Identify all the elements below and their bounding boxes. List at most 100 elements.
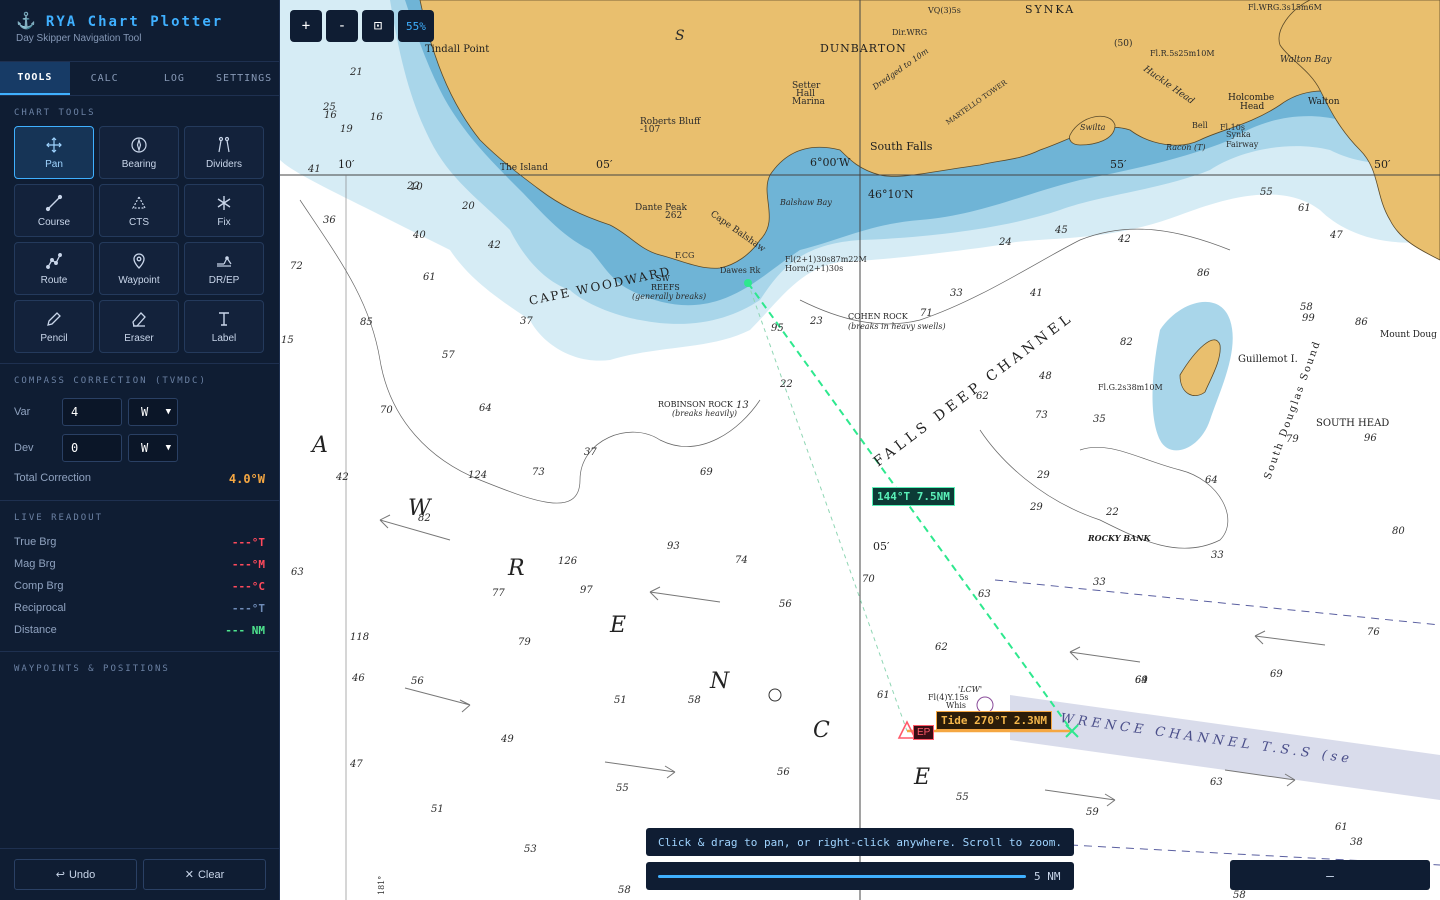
depth-sounding: 63	[1210, 777, 1223, 788]
depth-contour	[979, 429, 1229, 549]
tool-route-button[interactable]: Route	[14, 242, 94, 295]
depth-sounding: 45	[1054, 225, 1068, 236]
latitude-46-label: 46°10′N	[868, 188, 914, 201]
depth-sounding: 86	[1355, 317, 1368, 328]
tool-cts-button[interactable]: CTS	[99, 184, 179, 237]
deviation-direction-select[interactable]: W ▼	[128, 434, 178, 462]
depth-sounding: 48	[1038, 371, 1052, 382]
racon-label: Racon (T)	[1165, 143, 1206, 152]
collapse-panel-button[interactable]: –	[1230, 860, 1430, 890]
depth-sounding: 55	[616, 783, 629, 794]
tab-calc[interactable]: CALC	[70, 62, 140, 95]
tool-drep-button[interactable]: DR/EP	[184, 242, 264, 295]
depth-sounding: 95	[771, 323, 784, 334]
tool-pencil-button[interactable]: Pencil	[14, 300, 94, 353]
tool-eraser-button[interactable]: Eraser	[99, 300, 179, 353]
flwrg-label: Fl.WRG.3s15m6M	[1248, 3, 1322, 12]
tab-tools[interactable]: TOOLS	[0, 62, 70, 95]
depth-sounding: 22	[1105, 507, 1119, 518]
depth-sounding: 77	[492, 588, 505, 599]
depth-sounding: 62	[976, 391, 989, 402]
depth-sounding: 85	[360, 317, 373, 328]
readout-row-comp-brg: Comp Brg ---°C	[0, 575, 279, 597]
tool-fix-button[interactable]: Fix	[184, 184, 264, 237]
tool-waypoint-button[interactable]: Waypoint	[99, 242, 179, 295]
depth-sounding: 73	[1035, 410, 1048, 421]
eraser-icon	[132, 311, 146, 327]
depth-sounding: 55	[1260, 187, 1273, 198]
depth-sounding: 69	[700, 467, 713, 478]
chart-map: Tindall Point DUNBARTON SYNKA Setter Hal…	[280, 0, 1440, 900]
clear-button[interactable]: ✕ Clear	[143, 859, 266, 890]
depth-sounding: 46	[351, 673, 365, 684]
text-cursor-icon	[219, 311, 229, 326]
total-correction-row: Total Correction 4.0°W	[0, 472, 279, 486]
depth-sounding: 63	[978, 589, 991, 600]
tool-label: Fix	[217, 216, 231, 228]
depth-sounding: 23	[809, 316, 823, 327]
tool-label-button[interactable]: Label	[184, 300, 264, 353]
depth-sounding: 126	[558, 556, 578, 567]
zoom-in-button[interactable]: +	[290, 10, 322, 42]
depth-sounding: 40	[412, 230, 426, 241]
tide-vector-label: Tide 270°T 2.3NM	[936, 711, 1052, 730]
depth-sounding: 62	[935, 642, 948, 653]
depth-sounding: 56	[779, 599, 792, 610]
st-lawrence-letter-c: C	[813, 718, 836, 743]
fairway-label: Fairway	[1226, 140, 1259, 149]
dividers-icon	[218, 136, 230, 152]
nautical-chart-canvas[interactable]: Tindall Point DUNBARTON SYNKA Setter Hal…	[280, 0, 1440, 900]
robinson-rock-label: ROBINSON ROCK	[658, 400, 734, 409]
zoom-out-button[interactable]: -	[326, 10, 358, 42]
tool-label: Route	[40, 274, 68, 286]
dante-height: 262	[665, 211, 682, 221]
waypoints-title: WAYPOINTS & POSITIONS	[14, 664, 170, 674]
depth-sounding: 13	[736, 400, 749, 411]
tab-settings[interactable]: SETTINGS	[209, 62, 279, 95]
depth-sounding: 71	[920, 308, 933, 319]
south-falls-label: South Falls	[870, 140, 933, 153]
depth-sounding: 41	[1029, 288, 1043, 299]
sidebar: ⚓ RYA Chart Plotter Day Skipper Navigati…	[0, 0, 280, 900]
ground-track-line	[747, 282, 908, 732]
variation-direction-select[interactable]: W ▼	[128, 398, 178, 426]
depth-sounding: 42	[487, 240, 501, 251]
tindall-label: Tindall Point	[425, 44, 489, 55]
tool-bearing-button[interactable]: Bearing	[99, 126, 179, 179]
horn-label: Horn(2+1)30s	[785, 264, 843, 273]
depth-sounding: 99	[1302, 313, 1315, 324]
tool-course-button[interactable]: Course	[14, 184, 94, 237]
depth-sounding: 20	[461, 201, 475, 212]
variation-direction-value: W	[141, 405, 149, 419]
depth-sounding: 70	[380, 405, 393, 416]
chart-tools-title: CHART TOOLS	[14, 108, 96, 118]
readout-label: Comp Brg	[14, 580, 64, 592]
tool-label: Pan	[45, 158, 63, 170]
tab-log[interactable]: LOG	[140, 62, 210, 95]
st-lawrence-letter-e2: E	[913, 765, 936, 790]
depth-sounding: 35	[1093, 414, 1106, 425]
tool-dividers-button[interactable]: Dividers	[184, 126, 264, 179]
undo-button[interactable]: ↩ Undo	[14, 859, 137, 890]
depth-sounding: 80	[1392, 526, 1405, 537]
deviation-label: Dev	[14, 442, 34, 454]
longitude-55-label: 55′	[1110, 158, 1127, 171]
fit-view-button[interactable]: ⊡	[362, 10, 394, 42]
latitude-05-label: 05′	[873, 540, 890, 553]
variation-input[interactable]: 4	[62, 398, 122, 426]
readout-value: ---°T	[231, 601, 265, 615]
deviation-input[interactable]: 0	[62, 434, 122, 462]
depth-sounding: 93	[667, 541, 680, 552]
depth-sounding: 58	[618, 885, 631, 896]
pan-icon	[46, 136, 62, 153]
whistle-label: Whis	[946, 701, 966, 710]
south-head-label: SOUTH HEAD	[1316, 418, 1389, 429]
tool-pan-button[interactable]: Pan	[14, 126, 94, 179]
depth-sounding: 49	[500, 734, 514, 745]
hint-bar: Click & drag to pan, or right-click anyw…	[646, 828, 1074, 856]
falls-deep-channel-label: FALLS DEEP CHANNEL	[871, 309, 1077, 470]
depth-sounding: 24	[998, 237, 1012, 248]
tool-label: CTS	[129, 216, 149, 228]
course-line-icon	[45, 194, 63, 211]
dir-wrg-label: Dir.WRG	[892, 28, 927, 37]
